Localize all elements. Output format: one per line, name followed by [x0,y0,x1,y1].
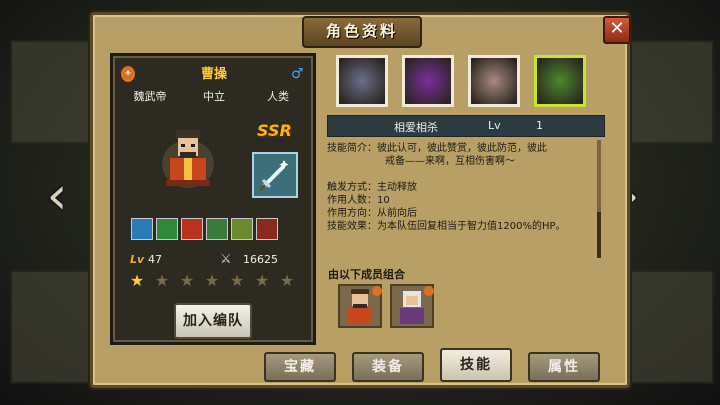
star-icon: ★ [204,271,220,290]
level-label: Lv [130,253,145,266]
join-team-button[interactable]: 加入编队 [174,303,252,339]
weapon-slot[interactable] [252,152,298,198]
leaf-icon[interactable] [156,218,178,240]
star-icon: ★ [129,271,145,290]
description-scroll-thumb[interactable] [597,212,601,258]
fire-emblem-icon [424,286,434,296]
close-button[interactable]: ✕ [603,16,631,44]
fire-emblem-icon [372,286,382,296]
green-dragon-icon[interactable] [534,55,586,107]
star-rating: ★ ★ ★ ★ ★ ★ ★ [129,273,295,289]
sword-icon [258,160,289,192]
power-value: 16625 [243,253,278,266]
star-icon: ★ [254,271,270,290]
hero-portrait [162,130,214,188]
star-icon: ★ [279,271,295,290]
scroll-icon[interactable] [231,218,253,240]
background-panel-right [630,40,714,144]
desc-line-2: 戒备——来啊，互相伤害啊～ [385,156,515,167]
tab-1[interactable]: 装备 [352,352,424,382]
skill-level-value: 1 [536,119,543,132]
tab-3[interactable]: 属性 [528,352,600,382]
trigger-line: 触发方式：主动释放 [327,182,417,193]
star-icon: ★ [229,271,245,290]
prev-hero-arrow-icon[interactable]: ‹ [40,168,74,228]
background-panel-bottom-right [630,270,714,384]
window-title: 角色资料 [302,16,422,48]
level-value: 47 [148,253,162,266]
drum-icon[interactable] [131,218,153,240]
direction-line: 作用方向：从前向后 [327,208,417,219]
helmet-icon[interactable] [256,218,278,240]
scythe-icon[interactable] [336,55,388,107]
tab-2[interactable]: 技能 [440,348,512,382]
desc-line-1: 技能简介：彼此认可，彼此赞赏，彼此防范，彼此 [327,143,547,154]
passive-skill-row [131,218,278,242]
skill-description: 技能简介：彼此认可，彼此赞赏，彼此防范，彼此 戒备——来啊，互相伤害啊～ 触发方… [327,142,603,260]
flame-icon[interactable] [181,218,203,240]
star-icon: ★ [154,271,170,290]
star-icon: ★ [179,271,195,290]
background-panel-left [10,40,94,144]
jade-ring-icon[interactable] [206,218,228,240]
count-line: 作用人数：10 [327,195,390,206]
rarity-badge: SSR [257,121,292,140]
combo-label: 由以下成员组合 [328,268,405,281]
hero-race: 人类 [267,90,289,103]
background-panel-bottom-left [10,270,94,384]
hero-alignment: 中立 [203,90,225,103]
power-sword-icon: ⚔ [220,252,232,267]
purple-sigil-icon[interactable] [402,55,454,107]
skill-level-label: Lv [488,119,501,132]
fire-emblem-icon: ✦ [121,66,135,82]
hero-name: 曹操 [200,67,227,82]
tab-0[interactable]: 宝藏 [264,352,336,382]
hero-title: 魏武帝 [133,90,167,103]
spiral-icon[interactable] [468,55,520,107]
skill-name: 相爱相杀 [394,121,438,134]
male-icon: ♂ [291,66,304,82]
effect-line: 技能效果：为本队伍回复相当于智力值1200%的HP。 [327,221,566,232]
skill-header: 相爱相杀 Lv 1 [327,115,605,137]
